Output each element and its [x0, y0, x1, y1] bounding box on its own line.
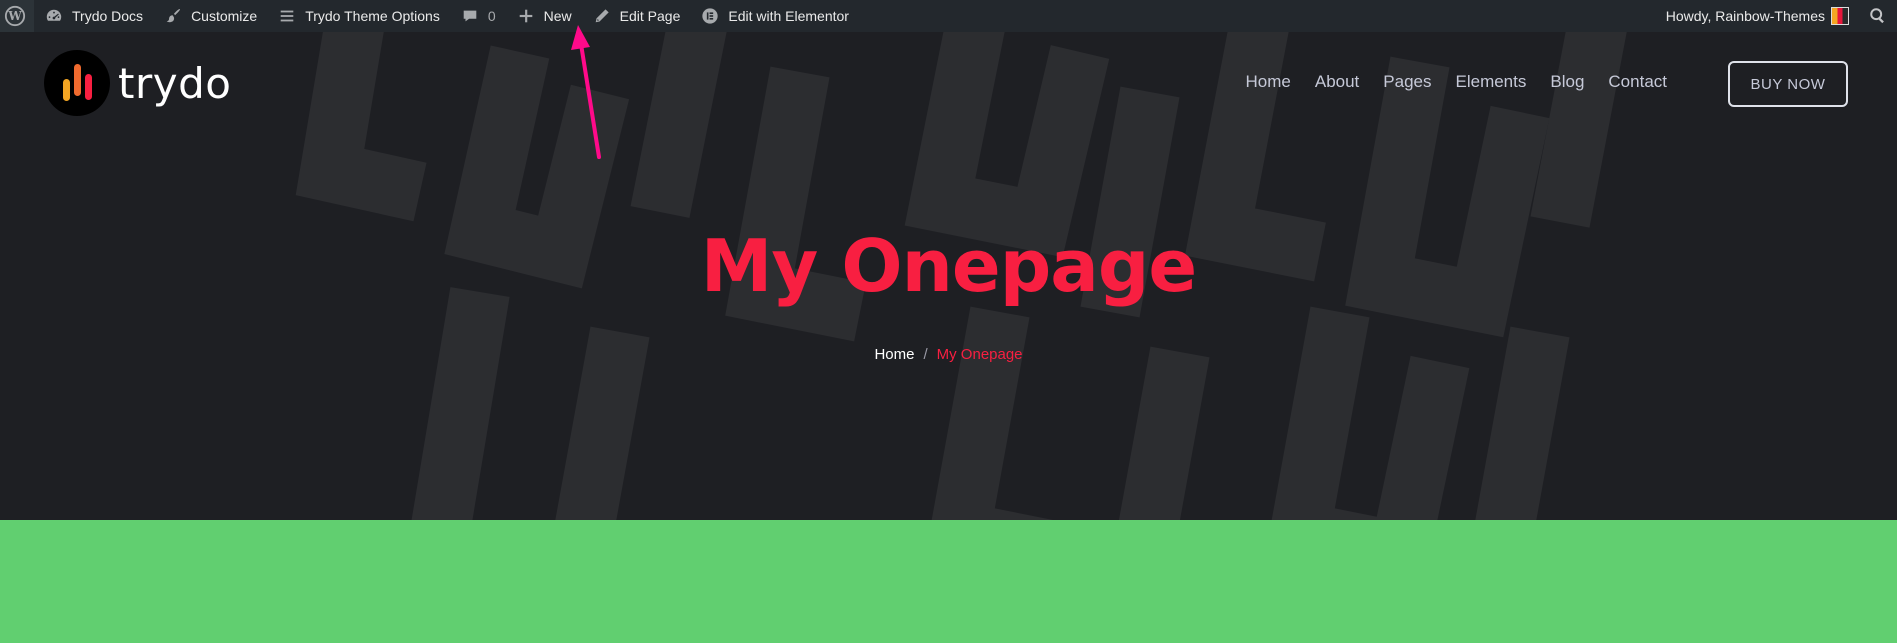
logo-text: trydo — [118, 58, 232, 108]
buy-now-button[interactable]: BUY NOW — [1728, 61, 1848, 107]
svg-text:W: W — [7, 9, 22, 23]
edit-page-link[interactable]: Edit Page — [582, 0, 691, 32]
main-nav: Home About Pages Elements Blog Contact — [1234, 72, 1680, 92]
logo-mark — [44, 50, 110, 116]
edit-with-elementor-link[interactable]: Edit with Elementor — [690, 0, 859, 32]
admin-search-button[interactable] — [1865, 0, 1891, 32]
comments-link[interactable]: 0 — [450, 0, 506, 32]
wordpress-menu[interactable]: W — [0, 0, 34, 32]
wordpress-logo-icon: W — [4, 5, 26, 27]
menu-icon — [277, 6, 297, 26]
site-name-link[interactable]: Trydo Docs — [34, 0, 153, 32]
customize-link[interactable]: Customize — [153, 0, 267, 32]
nav-blog[interactable]: Blog — [1538, 72, 1596, 92]
edit-with-elementor-label: Edit with Elementor — [728, 8, 849, 24]
new-label: New — [543, 8, 572, 24]
customize-label: Customize — [191, 8, 258, 24]
dashboard-icon — [44, 6, 64, 26]
wp-admin-bar: W Trydo Docs Customize Trydo Theme Optio… — [0, 0, 1897, 32]
elementor-icon — [700, 6, 720, 26]
brush-icon — [163, 6, 183, 26]
nav-about[interactable]: About — [1303, 72, 1371, 92]
comment-icon — [460, 6, 480, 26]
logo-bar — [84, 74, 92, 100]
my-account-menu[interactable]: Howdy, Rainbow-Themes — [1656, 0, 1853, 32]
breadcrumb: Home / My Onepage — [0, 346, 1897, 363]
pencil-icon — [592, 6, 612, 26]
greeting-text: Howdy, Rainbow-Themes — [1665, 8, 1825, 24]
theme-options-link[interactable]: Trydo Theme Options — [267, 0, 450, 32]
nav-contact[interactable]: Contact — [1596, 72, 1679, 92]
admin-bar-right: Howdy, Rainbow-Themes — [1656, 0, 1897, 32]
theme-options-label: Trydo Theme Options — [305, 8, 440, 24]
breadcrumb-home-link[interactable]: Home — [874, 346, 914, 363]
plus-icon — [516, 6, 536, 26]
admin-bar-left: W Trydo Docs Customize Trydo Theme Optio… — [0, 0, 859, 32]
site-logo[interactable]: trydo — [44, 50, 231, 116]
breadcrumb-separator: / — [923, 346, 928, 363]
comments-count: 0 — [487, 8, 496, 24]
nav-pages[interactable]: Pages — [1371, 72, 1443, 92]
new-content-link[interactable]: New — [506, 0, 582, 32]
nav-elements[interactable]: Elements — [1444, 72, 1539, 92]
green-section — [0, 520, 1897, 643]
page-title: My Onepage — [700, 224, 1197, 308]
page-hero: trydo Home About Pages Elements Blog Con… — [0, 32, 1897, 520]
search-icon — [1870, 8, 1884, 24]
logo-bar — [62, 79, 70, 101]
nav-home[interactable]: Home — [1234, 72, 1303, 92]
edit-page-label: Edit Page — [619, 8, 681, 24]
logo-bar — [73, 64, 81, 96]
site-name-label: Trydo Docs — [72, 8, 144, 24]
breadcrumb-current: My Onepage — [936, 346, 1023, 363]
avatar — [1831, 7, 1849, 25]
